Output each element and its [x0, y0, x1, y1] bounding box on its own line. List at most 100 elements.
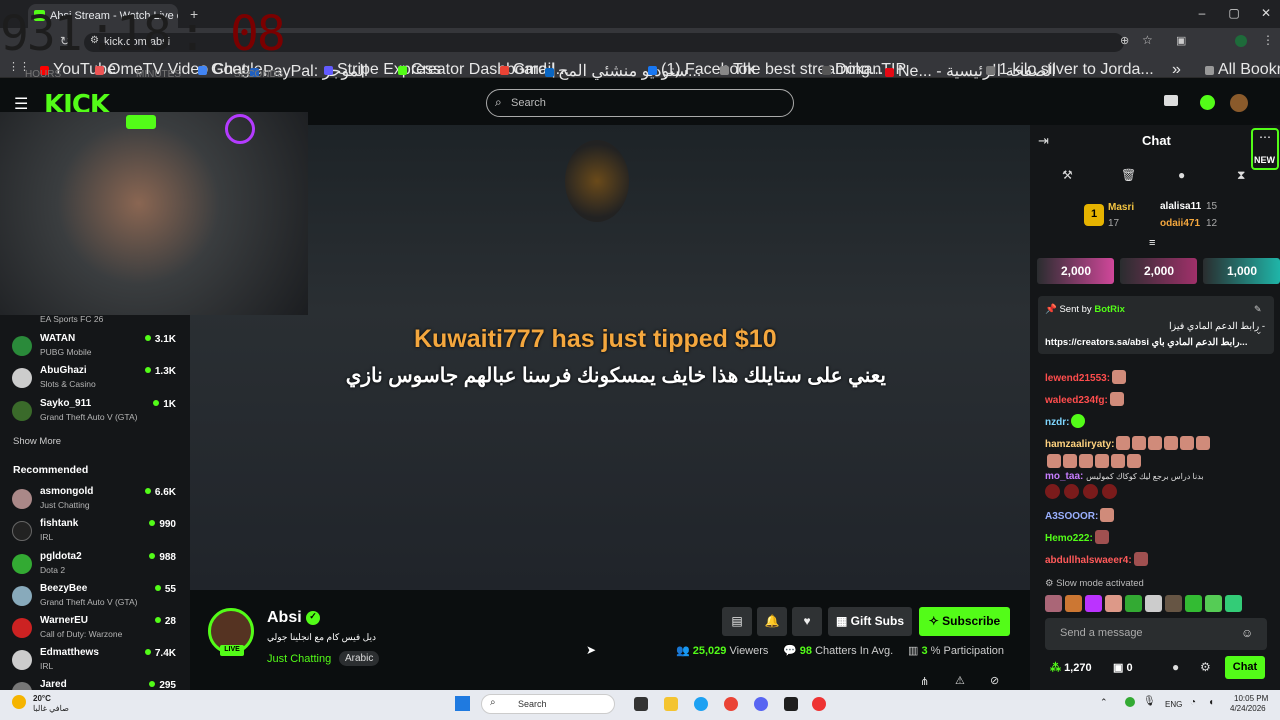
emote-quick-bar[interactable]: [1045, 595, 1245, 617]
chat-message[interactable]: nzdr:: [1045, 414, 1086, 428]
sidebar-item-beezybee[interactable]: BeezyBee Grand Theft Auto V (GTA) 55: [12, 583, 182, 615]
stream-category[interactable]: Just Chatting: [267, 653, 331, 665]
collapse-chat-icon[interactable]: ⇥: [1038, 133, 1049, 149]
unpin-icon[interactable]: ✎: [1254, 304, 1262, 315]
recommended-heading: Recommended: [13, 464, 89, 476]
taskbar-search[interactable]: Search: [481, 694, 615, 714]
gaming-chair-logo: [565, 140, 629, 222]
hide-icon[interactable]: ⊘: [990, 674, 999, 687]
chat-message[interactable]: lewend21553:: [1045, 370, 1127, 384]
chat-message[interactable]: A3SOOOR:: [1045, 508, 1115, 522]
sidebar-item-warnereu[interactable]: WarnerEU Call of Duty: Warzone 28: [12, 615, 182, 647]
subscribe-button[interactable]: ✧ Subscribe: [919, 607, 1010, 636]
close-icon[interactable]: ✕: [1256, 6, 1276, 20]
points-counter[interactable]: ⁂ 1,270: [1050, 661, 1092, 674]
extension-icon[interactable]: [1164, 95, 1178, 106]
hamburger-menu-icon[interactable]: ☰: [14, 94, 28, 114]
sidebar-item-fishtank[interactable]: fishtank IRL 990: [12, 518, 182, 550]
trash-icon[interactable]: 🗑: [1121, 168, 1136, 182]
sidebar-item-watan[interactable]: WATAN PUBG Mobile 3.1K: [12, 333, 182, 365]
kick-coin-icon[interactable]: [1200, 95, 1215, 110]
volume-icon[interactable]: ◖: [1208, 697, 1214, 708]
show-more-link[interactable]: Show More: [13, 436, 61, 447]
taskbar-time[interactable]: 10:05 PM: [1234, 694, 1268, 703]
gift-icon: ▦: [835, 614, 851, 628]
tray-app-icon[interactable]: [1125, 697, 1135, 707]
chat-message[interactable]: Hemo222:: [1045, 530, 1109, 544]
weather-temp[interactable]: 20°C: [33, 694, 51, 703]
chat-bubble-icon[interactable]: ●: [1178, 168, 1185, 182]
sidebar-item-jared[interactable]: Jared 295: [12, 679, 182, 690]
user-avatar[interactable]: [1230, 94, 1248, 112]
chrome-icon[interactable]: [724, 697, 738, 711]
emoji-icon[interactable]: ☺: [1241, 626, 1253, 640]
maximize-icon[interactable]: ▢: [1224, 6, 1244, 20]
more-options-icon: ⋯: [1259, 130, 1271, 144]
task-view-icon[interactable]: [634, 697, 648, 711]
file-explorer-icon[interactable]: [664, 697, 678, 711]
follow-heart-icon[interactable]: ♥: [792, 607, 822, 636]
menu-kebab-icon[interactable]: ⋮: [1262, 33, 1274, 47]
sidebar-item-edmatthews[interactable]: Edmatthews IRL 7.4K: [12, 647, 182, 679]
share-icon[interactable]: ⋔: [920, 675, 929, 688]
leaderboard-first[interactable]: Masri: [1108, 202, 1134, 213]
leaderboard-third[interactable]: odaii471: [1160, 218, 1200, 229]
tip-pill[interactable]: 2,000: [1120, 258, 1197, 284]
participation-stat: ▥ 3 % Participation: [908, 645, 1005, 657]
avatar: [12, 682, 32, 690]
tip-pill[interactable]: 1,000: [1203, 258, 1280, 284]
zoom-icon[interactable]: ⊕: [1120, 34, 1129, 47]
more-bookmarks-icon[interactable]: »: [1172, 61, 1181, 79]
profile-icon[interactable]: [1235, 35, 1247, 47]
search-input[interactable]: Search: [486, 89, 794, 117]
app-icon[interactable]: [784, 697, 798, 711]
clip-icon[interactable]: ▤: [722, 607, 752, 636]
app-icon[interactable]: [812, 697, 826, 711]
sidebar-item-asmongold[interactable]: asmongold Just Chatting 6.6K: [12, 486, 182, 518]
settings-gear-icon[interactable]: ⚙: [1200, 660, 1211, 674]
send-chat-button[interactable]: Chat: [1225, 656, 1265, 679]
hourglass-icon[interactable]: ⧗: [1237, 168, 1245, 183]
minimize-icon[interactable]: –: [1192, 6, 1212, 20]
microphone-icon[interactable]: 🎙: [1143, 696, 1156, 707]
drops-counter[interactable]: ▣ 0: [1113, 661, 1133, 674]
tray-expand-icon[interactable]: ⌃: [1100, 697, 1108, 708]
video-subtitle: يعني على ستايلك هذا خايف يمسكونك فرسنا ع…: [345, 365, 886, 387]
chat-message[interactable]: mo_taa: بدنا دراس برجع ليك كوكاك كموليس: [1045, 471, 1204, 482]
sidebar-item-abughazi[interactable]: AbuGhazi Slots & Casino 1.3K: [12, 365, 182, 397]
leaderboard-second[interactable]: alalisa11: [1160, 201, 1201, 212]
bookmark-star-icon[interactable]: ☆: [1142, 33, 1153, 47]
chat-message[interactable]: waleed234fg:: [1045, 392, 1124, 406]
chat-settings-bubble-icon[interactable]: ●: [1172, 660, 1179, 674]
chat-message-input[interactable]: Send a message: [1045, 618, 1267, 650]
wifi-icon[interactable]: ◔: [1190, 697, 1196, 708]
report-icon[interactable]: ⚠: [955, 674, 965, 687]
pinned-line2[interactable]: https://creators.sa/absi رابط الدعم الما…: [1045, 337, 1260, 348]
bookmark-item[interactable]: 1 kilo silver to Jorda...: [986, 61, 1154, 79]
tip-pill[interactable]: 2,000: [1037, 258, 1114, 284]
streamer-name[interactable]: Absi: [267, 609, 302, 627]
sidebar-item-sayko[interactable]: Sayko_911 Grand Theft Auto V (GTA) 1K: [12, 398, 182, 430]
stream-tag[interactable]: Arabic: [339, 651, 380, 666]
weather-desc: صافي غالبا: [33, 704, 69, 713]
chat-message[interactable]: abdullhalswaeer4:: [1045, 552, 1148, 566]
avatar: [12, 650, 32, 670]
clock-minutes: 18: [116, 6, 172, 62]
all-bookmarks[interactable]: All Bookmarks: [1205, 61, 1280, 79]
expand-leaderboard-icon[interactable]: ≡: [1149, 237, 1155, 249]
weather-sun-icon[interactable]: [12, 695, 26, 709]
taskbar-date[interactable]: 4/24/2026: [1230, 704, 1266, 713]
edge-icon[interactable]: [694, 697, 708, 711]
sidebar-item-pgldota2[interactable]: pgldota2 Dota 2 988: [12, 551, 182, 583]
extensions-icon[interactable]: ▣: [1176, 34, 1186, 47]
windows-start-icon[interactable]: [455, 696, 470, 711]
chevron-down-icon[interactable]: ⌄: [1255, 326, 1263, 337]
neon-light-logo: [225, 114, 255, 144]
discord-icon[interactable]: [754, 697, 768, 711]
avatar: [12, 618, 32, 638]
gift-subs-button[interactable]: ▦ Gift Subs: [828, 607, 912, 636]
moderation-hammer-icon[interactable]: ⚒: [1062, 168, 1073, 182]
notification-bell-icon[interactable]: 🔔: [757, 607, 787, 636]
chat-message[interactable]: hamzaaliryaty:: [1045, 436, 1211, 450]
language-indicator[interactable]: ENG: [1165, 700, 1182, 709]
